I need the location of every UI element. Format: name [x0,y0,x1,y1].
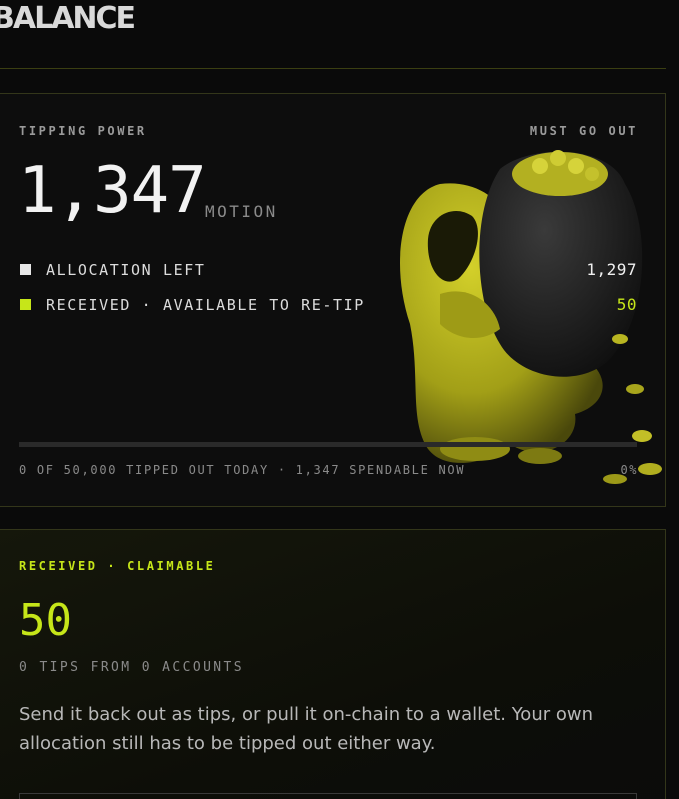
claimable-description: Send it back out as tips, or pull it on-… [19,704,593,754]
claim-action-box[interactable] [19,793,637,799]
tipped-out-progress-bar [19,442,637,447]
tipping-power-value: 1,347 [18,154,207,228]
tipping-power-card: TIPPING POWER MUST GO OUT 1,347 MOTION A… [0,93,666,507]
received-swatch [20,299,31,310]
must-go-out-badge: MUST GO OUT [529,124,638,138]
claimable-card: RECEIVED · CLAIMABLE 50 0 TIPS FROM 0 AC… [0,529,666,799]
legend-value: 1,297 [586,260,637,279]
legend-value: 50 [616,295,637,314]
legend-received: RECEIVED · AVAILABLE TO RE-TIP 50 [19,295,637,315]
tipping-power-label: TIPPING POWER [19,124,147,138]
progress-caption: 0 OF 50,000 TIPPED OUT TODAY · 1,347 SPE… [19,463,466,477]
header-divider [0,68,666,69]
progress-percent: 0% [620,463,638,477]
legend-allocation-left: ALLOCATION LEFT 1,297 [19,260,637,280]
allocation-swatch [20,264,31,275]
tipping-power-unit: MOTION [205,202,278,221]
claimable-value: 50 [19,595,72,646]
claimable-subtitle: 0 TIPS FROM 0 ACCOUNTS [19,660,244,675]
claimable-label: RECEIVED · CLAIMABLE [19,559,216,573]
legend-label: ALLOCATION LEFT [46,261,206,279]
legend-label: RECEIVED · AVAILABLE TO RE-TIP [46,296,365,314]
page-title: BALANCE [0,1,136,36]
